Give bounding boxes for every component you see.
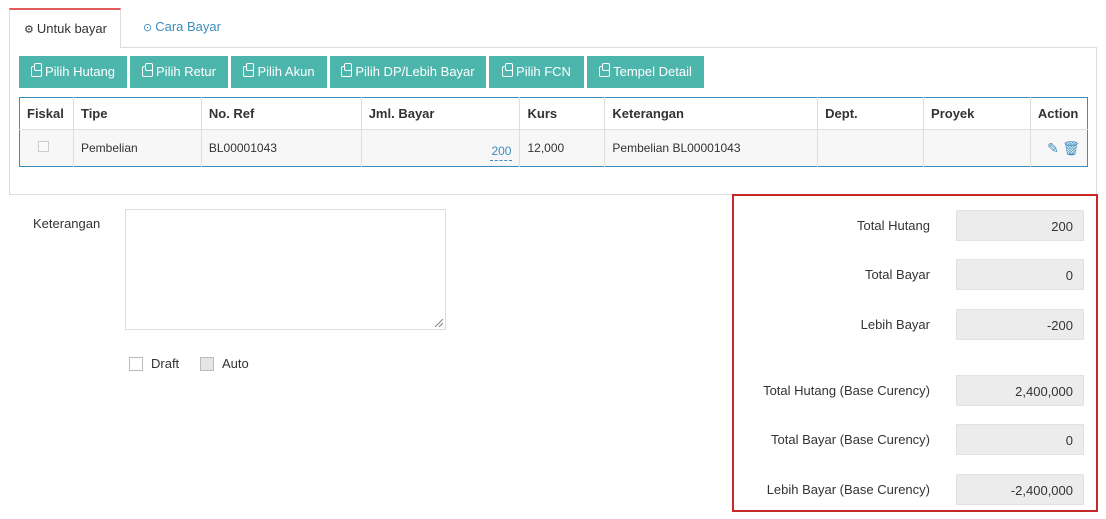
gears-icon: ⚙ — [24, 24, 34, 36]
pilih-hutang-button[interactable]: Pilih Hutang — [19, 56, 127, 88]
copy-icon — [341, 63, 353, 77]
proyek-cell — [923, 129, 1031, 167]
col-proyek: Proyek — [923, 97, 1031, 130]
summary-label: Lebih Bayar — [860, 317, 930, 332]
summary-panel: Total Hutang 200 Total Bayar 0 Lebih Bay… — [732, 194, 1098, 512]
col-no-ref: No. Ref — [201, 97, 362, 130]
draft-checkbox[interactable]: Draft — [129, 356, 179, 371]
tempel-detail-button[interactable]: Tempel Detail — [587, 56, 704, 88]
summary-value: 0 — [956, 424, 1084, 455]
tab-label: Untuk bayar — [36, 21, 107, 36]
summary-row-total-hutang-base: Total Hutang (Base Curency) 2,400,000 — [734, 375, 1100, 407]
jml-bayar-editable[interactable]: 200 — [490, 144, 513, 161]
col-dept: Dept. — [817, 97, 925, 130]
summary-value: 0 — [956, 259, 1084, 290]
summary-row-total-bayar-base: Total Bayar (Base Curency) 0 — [734, 424, 1100, 456]
jml-bayar-cell: 200 — [361, 129, 521, 167]
no-ref-cell: BL00001043 — [201, 129, 362, 167]
table-header-row: Fiskal Tipe No. Ref Jml. Bayar Kurs Kete… — [19, 97, 1088, 130]
detail-panel: Pilih Hutang Pilih Retur Pilih Akun Pili… — [9, 47, 1097, 195]
trash-icon[interactable]: 🗑 — [1062, 140, 1080, 156]
summary-row-lebih-bayar: Lebih Bayar -200 — [734, 309, 1100, 341]
col-fiskal: Fiskal — [19, 97, 74, 130]
col-keterangan: Keterangan — [604, 97, 819, 130]
summary-value: 200 — [956, 210, 1084, 241]
check-circle-icon: ⊙ — [143, 22, 153, 34]
draft-label: Draft — [151, 356, 180, 371]
col-tipe: Tipe — [73, 97, 202, 130]
keterangan-label: Keterangan — [33, 216, 101, 231]
summary-label: Total Hutang (Base Curency) — [763, 383, 930, 398]
copy-icon — [502, 63, 514, 77]
auto-label: Auto — [222, 356, 249, 371]
col-action: Action — [1030, 97, 1088, 130]
summary-label: Total Bayar — [864, 267, 930, 282]
pilih-retur-button[interactable]: Pilih Retur — [130, 56, 228, 88]
summary-label: Lebih Bayar (Base Curency) — [766, 482, 930, 497]
summary-value: -2,400,000 — [956, 474, 1084, 505]
fiskal-cell — [19, 129, 74, 167]
copy-icon — [30, 63, 42, 77]
keterangan-cell: Pembelian BL00001043 — [604, 129, 819, 167]
col-kurs: Kurs — [519, 97, 606, 130]
pilih-dp-lebih-bayar-button[interactable]: Pilih DP/Lebih Bayar — [330, 56, 486, 88]
pencil-icon[interactable]: ✎ — [1047, 140, 1059, 156]
resize-handle-icon[interactable] — [435, 319, 443, 327]
tab-label: Cara Bayar — [155, 19, 221, 34]
summary-value: -200 — [956, 309, 1084, 340]
col-jml-bayar: Jml. Bayar — [361, 97, 521, 130]
keterangan-textarea[interactable] — [125, 209, 446, 330]
fiskal-checkbox[interactable] — [38, 141, 49, 152]
paste-icon — [599, 63, 611, 77]
summary-row-total-bayar: Total Bayar 0 — [734, 259, 1100, 291]
summary-label: Total Bayar (Base Curency) — [771, 432, 930, 447]
tipe-cell: Pembelian — [73, 129, 202, 167]
pilih-fcn-button[interactable]: Pilih FCN — [489, 56, 584, 88]
summary-value: 2,400,000 — [956, 375, 1084, 406]
auto-checkbox-box[interactable] — [200, 357, 214, 371]
dept-cell — [817, 129, 925, 167]
draft-checkbox-box[interactable] — [129, 357, 143, 371]
summary-row-total-hutang: Total Hutang 200 — [734, 210, 1100, 242]
kurs-cell: 12,000 — [519, 129, 606, 167]
auto-checkbox[interactable]: Auto — [200, 356, 249, 371]
action-cell: ✎ 🗑 — [1030, 129, 1088, 167]
table-row: Pembelian BL00001043 200 12,000 Pembelia… — [19, 129, 1088, 167]
copy-icon — [243, 63, 255, 77]
summary-row-lebih-bayar-base: Lebih Bayar (Base Curency) -2,400,000 — [734, 474, 1100, 506]
detail-table: Fiskal Tipe No. Ref Jml. Bayar Kurs Kete… — [19, 97, 1088, 167]
pilih-akun-button[interactable]: Pilih Akun — [231, 56, 327, 88]
copy-icon — [142, 63, 154, 77]
tab-untuk-bayar[interactable]: ⚙ Untuk bayar — [9, 8, 121, 48]
tab-cara-bayar[interactable]: ⊙ Cara Bayar — [129, 8, 235, 48]
summary-label: Total Hutang — [857, 218, 930, 233]
